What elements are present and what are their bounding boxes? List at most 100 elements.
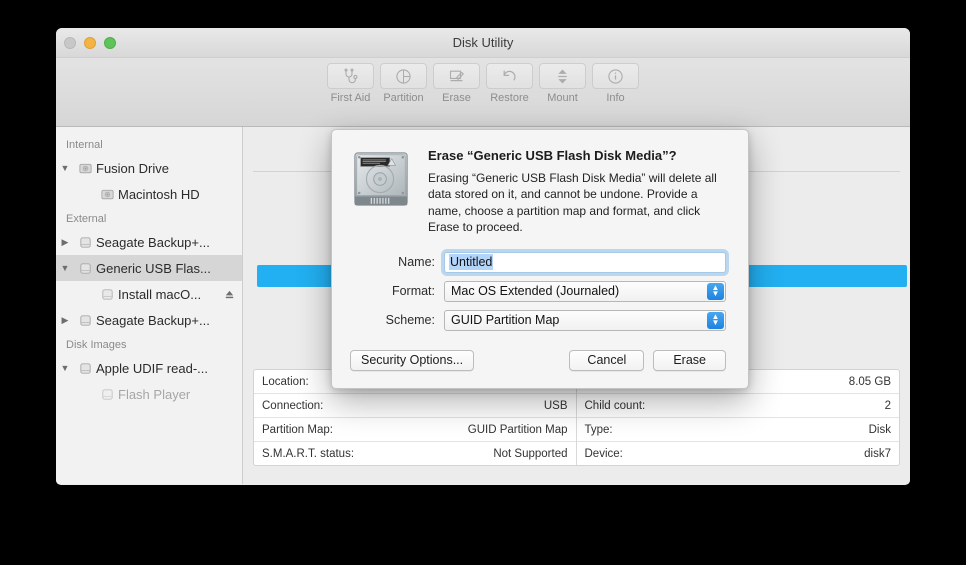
info-value: disk7 [864,448,891,460]
toolbar-item-first-aid[interactable]: First Aid [324,63,377,104]
toolbar-label: Erase [442,92,471,104]
external-disk-icon [74,361,96,376]
toolbar-label: Restore [490,92,529,104]
info-value: 8.05 GB [848,375,891,388]
chevron-down-icon[interactable]: ▼ [56,363,74,373]
sidebar-item-seagate-backup-1[interactable]: ▶ Seagate Backup+... [56,229,242,255]
info-key: Partition Map: [262,423,333,436]
sidebar-item-label: Macintosh HD [118,186,200,202]
external-disk-icon [74,235,96,250]
info-row: Child count: 2 [576,394,899,418]
chevron-updown-icon[interactable]: ▲ ▼ [707,282,724,300]
sidebar-item-install-macos[interactable]: Install macO... [56,281,242,307]
toolbar-item-partition[interactable]: Partition [377,63,430,104]
sidebar-group-internal: Internal [66,139,103,151]
external-disk-icon [96,287,118,302]
sidebar-item-generic-usb-flash[interactable]: ▼ Generic USB Flas... [56,255,242,281]
sidebar-item-label: Fusion Drive [96,160,169,176]
name-input[interactable]: Untitled [444,251,726,273]
scheme-select[interactable]: GUID Partition Map ▲ ▼ [444,309,726,331]
sidebar-item-apple-udif[interactable]: ▼ Apple UDIF read-... [56,355,242,381]
format-select-value: Mac OS Extended (Journaled) [451,284,620,299]
sidebar-item-fusion-drive[interactable]: ▼ Fusion Drive [56,155,242,181]
format-select[interactable]: Mac OS Extended (Journaled) ▲ ▼ [444,280,726,302]
pie-chart-icon[interactable] [380,63,427,89]
cancel-button[interactable]: Cancel [569,349,645,371]
hard-disk-icon [350,146,416,236]
info-row: Partition Map: GUID Partition Map [254,418,576,442]
erase-document-icon[interactable] [433,63,480,89]
info-key: Child count: [584,399,646,412]
chevron-updown-icon[interactable]: ▲ ▼ [707,311,724,329]
sidebar-item-flash-player[interactable]: Flash Player [56,381,242,407]
scheme-select-value: GUID Partition Map [451,313,560,328]
dialog-message: Erasing “Generic USB Flash Disk Media” w… [428,171,717,235]
window-titlebar: Disk Utility [56,28,910,58]
scheme-label: Scheme: [385,313,435,328]
info-row: Device: disk7 [577,442,900,465]
info-row: Connection: USB [254,394,576,418]
dialog-text: Erase “Generic USB Flash Disk Media”? Er… [416,146,726,236]
erase-dialog: Erase “Generic USB Flash Disk Media”? Er… [331,129,749,389]
internal-disk-icon [96,187,118,202]
format-label: Format: [391,284,435,299]
chevron-right-icon[interactable]: ▶ [56,315,74,326]
toolbar-label: Partition [383,92,424,104]
sidebar-item-label: Apple UDIF read-... [96,360,208,376]
sidebar-item-label: Generic USB Flas... [96,260,211,276]
toolbar-item-info[interactable]: Info [589,63,642,104]
info-circle-icon[interactable] [592,63,639,89]
external-disk-icon [74,313,96,328]
sidebar-item-label: Flash Player [118,386,191,402]
toolbar-item-mount[interactable]: Mount [536,63,589,104]
name-input-value: Untitled [449,254,494,271]
name-label: Name: [398,255,435,270]
sidebar-item-label: Seagate Backup+... [96,312,210,328]
sidebar-group-disk-images: Disk Images [66,339,127,351]
sidebar-item-label: Seagate Backup+... [96,234,210,250]
info-value: Not Supported [493,448,568,460]
disk-utility-window: Disk Utility First Aid Partition Erase R… [56,28,910,485]
stethoscope-icon[interactable] [327,63,374,89]
dialog-buttons: Security Options... Cancel Erase [350,349,726,371]
mount-updown-icon[interactable] [539,63,586,89]
info-key: Type: [584,423,613,436]
chevron-down-icon[interactable]: ▼ [56,163,74,173]
chevron-right-icon[interactable]: ▶ [56,237,74,248]
info-value: 2 [884,399,891,412]
scheme-field-row: Scheme: GUID Partition Map ▲ ▼ [350,309,726,331]
dialog-form: Name: Untitled Format: Mac OS Extended (… [350,251,726,331]
external-disk-icon [74,261,96,276]
info-key: S.M.A.R.T. status: [262,448,355,460]
window-title: Disk Utility [452,35,514,50]
dialog-header: Erase “Generic USB Flash Disk Media”? Er… [350,146,726,236]
info-value: USB [543,399,568,412]
erase-button[interactable]: Erase [653,349,726,371]
info-row: S.M.A.R.T. status: Not Supported [254,442,576,465]
info-value: GUID Partition Map [467,423,568,436]
format-field-row: Format: Mac OS Extended (Journaled) ▲ ▼ [350,280,726,302]
chevron-down-icon[interactable]: ▼ [56,263,74,273]
external-disk-icon [96,387,118,402]
security-options-button[interactable]: Security Options... [350,349,475,371]
sidebar-item-label: Install macO... [118,286,202,302]
info-row: Type: Disk [576,418,899,442]
eject-icon[interactable] [222,289,236,300]
info-key: Device: [584,448,623,460]
toolbar-label: Mount [547,92,578,104]
name-field-row: Name: Untitled [350,251,726,273]
sidebar-group-external: External [66,213,107,225]
toolbar-label: Info [606,92,625,104]
sidebar-item-macintosh-hd[interactable]: Macintosh HD [56,181,242,207]
internal-disk-icon [74,161,96,176]
sidebar-item-seagate-backup-2[interactable]: ▶ Seagate Backup+... [56,307,242,333]
toolbar-item-restore[interactable]: Restore [483,63,536,104]
undo-arrow-icon[interactable] [486,63,533,89]
sidebar: Internal ▼ Fusion Drive Macintosh HD Ext… [56,127,243,484]
toolbar-item-erase[interactable]: Erase [430,63,483,104]
toolbar: First Aid Partition Erase Restore Mount … [56,58,910,127]
info-key: Connection: [262,399,324,412]
info-value: Disk [868,423,891,436]
dialog-title: Erase “Generic USB Flash Disk Media”? [428,148,677,163]
toolbar-label: First Aid [330,92,371,104]
